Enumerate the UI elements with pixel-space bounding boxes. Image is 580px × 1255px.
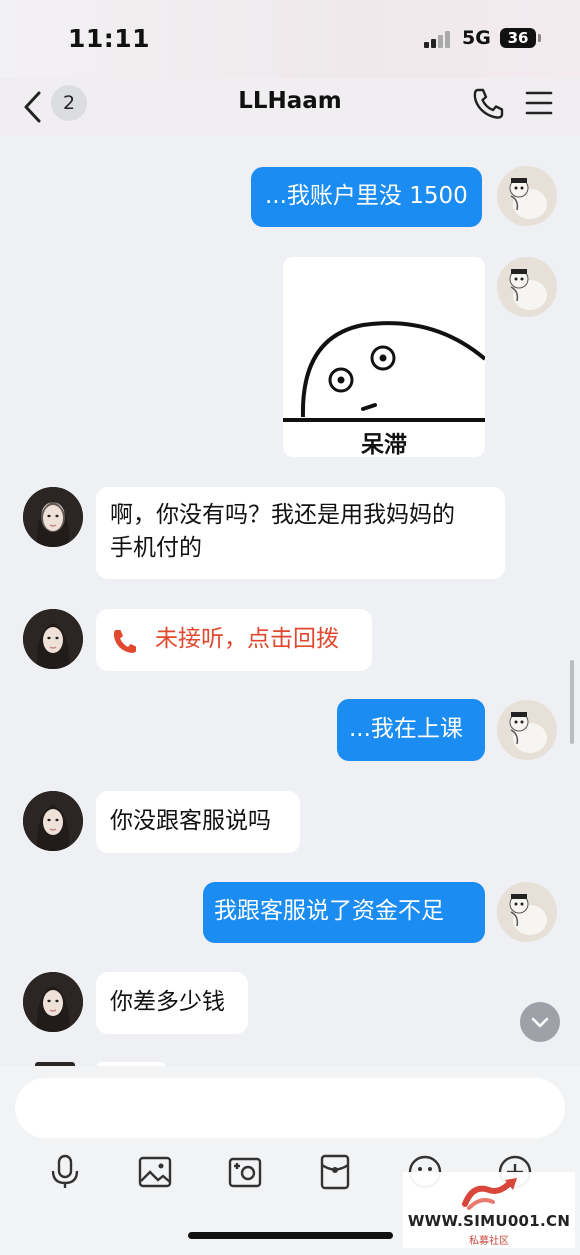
- message-text: 我跟客服说了资金不足: [214, 898, 444, 924]
- message-text: 你差多少钱: [110, 989, 225, 1015]
- cartoon-avatar-icon: [509, 894, 547, 935]
- missed-call-bubble[interactable]: 未接听，点击回拨: [96, 609, 372, 671]
- girl-portrait-icon: [23, 609, 83, 669]
- message-bubble-outgoing[interactable]: 我跟客服说了资金不足: [203, 882, 485, 943]
- message-text-line: 手机付的: [110, 535, 202, 561]
- missed-call-phone-icon: [113, 630, 136, 653]
- red-packet-icon[interactable]: [318, 1154, 352, 1190]
- network-type: 5G: [462, 27, 491, 49]
- sticker-caption: 呆滞: [361, 432, 407, 457]
- cartoon-avatar-icon: [509, 269, 547, 310]
- scrollbar[interactable]: [570, 660, 574, 744]
- battery-tip: [538, 34, 541, 42]
- menu-icon[interactable]: [525, 90, 553, 116]
- message-text: ...我在上课: [349, 716, 463, 742]
- my-avatar[interactable]: [497, 700, 557, 760]
- watermark-subtitle: 私募社区: [469, 1236, 509, 1247]
- message-list[interactable]: ...我账户里没 1500 呆滞 啊，你没有吗？我还是用我妈妈的 手机付的 未接…: [0, 136, 580, 1066]
- message-bubble-incoming[interactable]: 你差多少钱: [96, 972, 248, 1034]
- image-icon[interactable]: [138, 1154, 172, 1190]
- battery-icon: 36: [500, 28, 536, 48]
- watermark-logo-icon: [462, 1178, 517, 1210]
- message-bubble-outgoing[interactable]: ...我在上课: [337, 699, 485, 761]
- message-text-line: 啊，你没有吗？我还是用我妈妈的: [110, 502, 455, 528]
- camera-icon[interactable]: [228, 1154, 262, 1190]
- chat-header: 2 LLHaam: [0, 78, 580, 136]
- contact-avatar[interactable]: [23, 609, 83, 669]
- contact-avatar[interactable]: [23, 791, 83, 851]
- status-bar: 11:11 5G 36: [0, 0, 580, 78]
- watermark: WWW.SIMU001.CN 私募社区: [403, 1172, 575, 1248]
- sticker-image[interactable]: 呆滞: [283, 257, 485, 457]
- cartoon-avatar-icon: [509, 712, 547, 753]
- contact-avatar[interactable]: [23, 487, 83, 547]
- my-avatar[interactable]: [497, 882, 557, 942]
- chevron-down-icon: [531, 1017, 549, 1028]
- message-text: ...我账户里没 1500: [265, 183, 468, 209]
- cellular-signal-icon: [424, 30, 454, 48]
- scroll-to-bottom-button[interactable]: [520, 1002, 560, 1042]
- message-bubble-outgoing[interactable]: ...我账户里没 1500: [251, 167, 482, 227]
- cartoon-avatar-icon: [509, 178, 547, 219]
- girl-portrait-icon: [23, 791, 83, 851]
- home-indicator: [188, 1232, 393, 1239]
- my-avatar[interactable]: [497, 257, 557, 317]
- contact-avatar[interactable]: [23, 972, 83, 1032]
- message-text: 你没跟客服说吗: [110, 808, 271, 834]
- message-bubble-incoming[interactable]: 你没跟客服说吗: [96, 791, 300, 853]
- watermark-url: WWW.SIMU001.CN: [407, 1212, 571, 1230]
- message-bubble-incoming[interactable]: 啊，你没有吗？我还是用我妈妈的 手机付的: [96, 487, 505, 579]
- girl-portrait-icon: [23, 487, 83, 547]
- missed-call-text: 未接听，点击回拨: [155, 626, 339, 652]
- microphone-icon[interactable]: [48, 1154, 82, 1190]
- phone-call-icon[interactable]: [472, 86, 504, 120]
- my-avatar[interactable]: [497, 166, 557, 226]
- girl-portrait-icon: [23, 972, 83, 1032]
- status-time: 11:11: [68, 24, 151, 53]
- message-input[interactable]: [15, 1078, 565, 1138]
